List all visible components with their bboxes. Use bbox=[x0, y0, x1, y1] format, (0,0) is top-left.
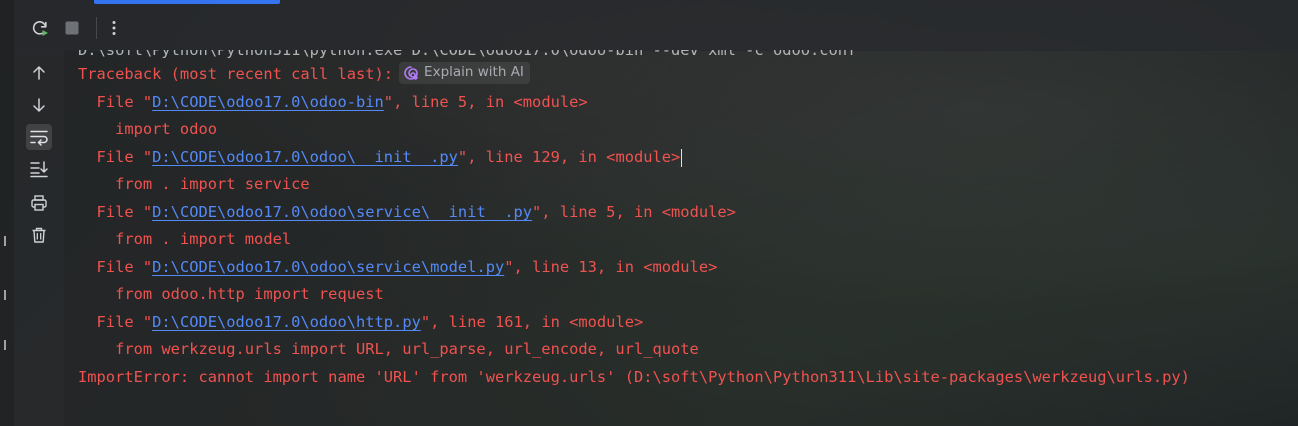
frame-prefix: File " bbox=[78, 258, 153, 276]
stop-button[interactable] bbox=[60, 16, 84, 40]
frame-suffix: ", line 5, in <module> bbox=[532, 203, 736, 221]
more-options-button[interactable] bbox=[102, 16, 126, 40]
frame-suffix: ", line 129, in <module> bbox=[457, 148, 681, 166]
file-link[interactable]: D:\CODE\odoo17.0\odoo\http.py bbox=[152, 313, 421, 331]
strip-marker bbox=[4, 340, 12, 350]
ai-spiral-icon bbox=[404, 65, 418, 80]
frame-suffix: ", line 13, in <module> bbox=[504, 258, 718, 276]
traceback-frame-line: File "D:\CODE\odoo17.0\odoo\http.py", li… bbox=[78, 309, 644, 336]
frame-prefix: File " bbox=[78, 203, 153, 221]
trash-icon bbox=[32, 227, 46, 243]
left-tool-strip bbox=[0, 0, 15, 426]
toolbar-separator bbox=[96, 17, 97, 39]
up-stack-trace-button[interactable] bbox=[26, 60, 52, 86]
traceback-frame-line: File "D:\CODE\odoo17.0\odoo-bin", line 5… bbox=[78, 89, 588, 116]
console-output[interactable]: D:\soft\Python\Python311\python.exe D:\C… bbox=[64, 50, 1298, 426]
file-link[interactable]: D:\CODE\odoo17.0\odoo-bin bbox=[152, 93, 384, 111]
explain-with-ai-button[interactable]: Explain with AI bbox=[399, 61, 530, 84]
traceback-frame-line: File "D:\CODE\odoo17.0\odoo\__init__.py"… bbox=[78, 144, 683, 171]
frame-suffix: ", line 5, in <module> bbox=[383, 93, 588, 111]
file-link[interactable]: D:\CODE\odoo17.0\odoo\service\model.py bbox=[152, 258, 504, 276]
traceback-header: Traceback (most recent call last): bbox=[78, 65, 394, 83]
down-stack-trace-button[interactable] bbox=[26, 92, 52, 118]
stop-icon bbox=[65, 21, 79, 35]
traceback-code-line: from werkzeug.urls import URL, url_parse… bbox=[78, 340, 699, 358]
text-caret bbox=[681, 148, 683, 167]
run-toolbar bbox=[14, 0, 1298, 51]
traceback-header-line: Traceback (most recent call last): Explai… bbox=[78, 61, 530, 88]
run-tool-window: D:\soft\Python\Python311\python.exe D:\C… bbox=[0, 0, 1298, 426]
arrow-up-icon bbox=[33, 66, 45, 80]
more-vertical-icon bbox=[112, 21, 116, 35]
print-button[interactable] bbox=[26, 190, 52, 216]
import-error-line: ImportError: cannot import name 'URL' fr… bbox=[78, 368, 1190, 386]
traceback-code-line: from . import service bbox=[78, 175, 310, 193]
file-link[interactable]: D:\CODE\odoo17.0\odoo\__init__.py bbox=[152, 148, 458, 166]
clear-all-button[interactable] bbox=[26, 222, 52, 248]
arrow-down-icon bbox=[33, 98, 45, 112]
strip-marker bbox=[4, 290, 12, 300]
frame-prefix: File " bbox=[78, 93, 153, 111]
soft-wrap-button[interactable] bbox=[26, 124, 52, 150]
soft-wrap-icon bbox=[30, 130, 48, 146]
traceback-code-line: from odoo.http import request bbox=[78, 285, 384, 303]
scroll-to-end-icon bbox=[30, 161, 48, 178]
traceback-frame-line: File "D:\CODE\odoo17.0\odoo\service\__in… bbox=[78, 199, 736, 226]
frame-prefix: File " bbox=[78, 148, 153, 166]
active-tab-indicator bbox=[94, 0, 280, 4]
print-icon bbox=[31, 195, 47, 211]
traceback-frame-line: File "D:\CODE\odoo17.0\odoo\service\mode… bbox=[78, 254, 718, 281]
traceback-code-line: from . import model bbox=[78, 230, 292, 248]
traceback-code-line: import odoo bbox=[78, 120, 217, 138]
frame-prefix: File " bbox=[78, 313, 153, 331]
rerun-icon bbox=[32, 21, 48, 36]
console-side-toolbar bbox=[14, 50, 64, 426]
explain-with-ai-label: Explain with AI bbox=[424, 64, 524, 80]
strip-marker bbox=[4, 236, 12, 246]
rerun-button[interactable] bbox=[28, 16, 52, 40]
scroll-to-end-button[interactable] bbox=[26, 156, 52, 182]
frame-suffix: ", line 161, in <module> bbox=[420, 313, 644, 331]
file-link[interactable]: D:\CODE\odoo17.0\odoo\service\__init__.p… bbox=[152, 203, 532, 221]
